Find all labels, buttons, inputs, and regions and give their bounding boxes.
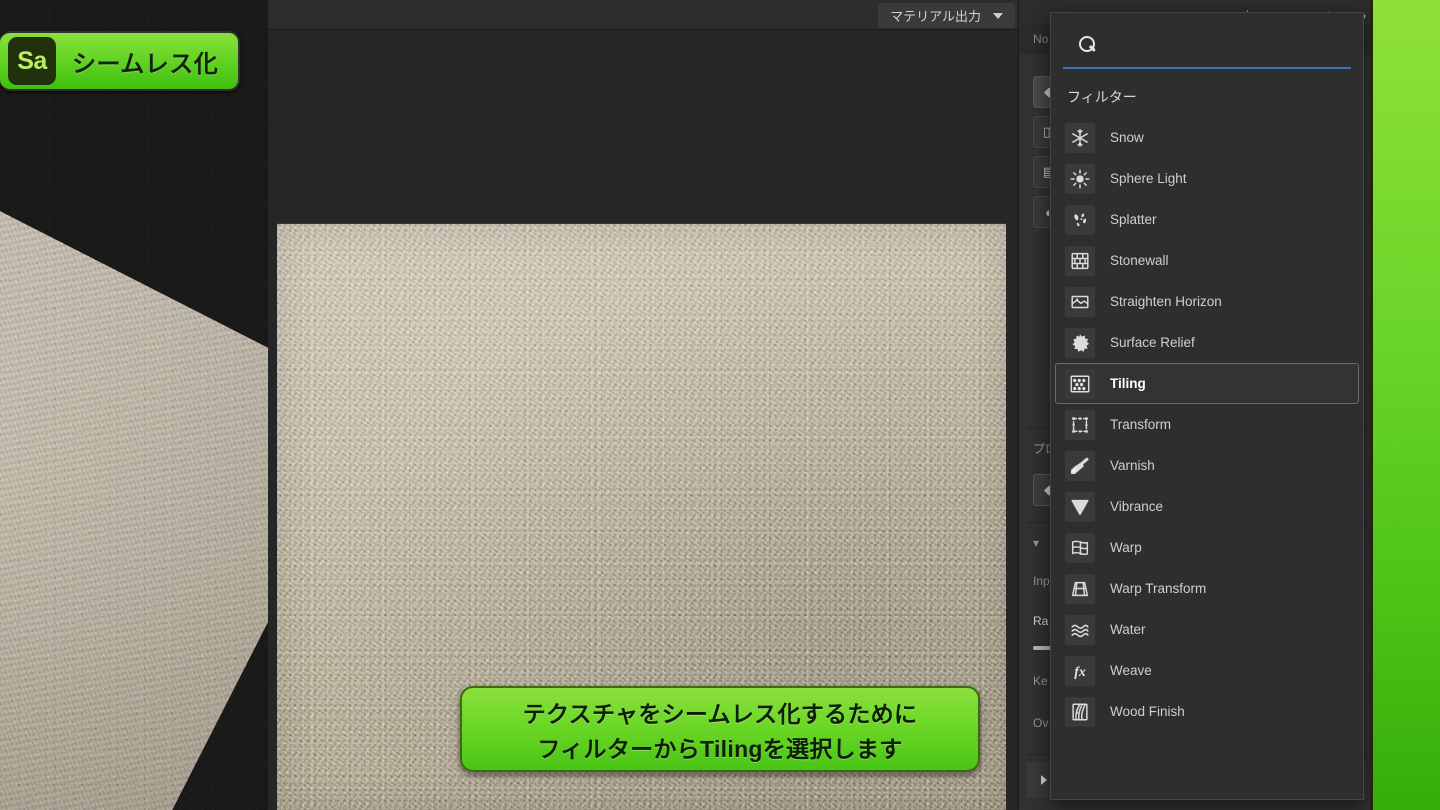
brickwall-icon	[1065, 245, 1095, 276]
parameter-label-override: Ov	[1033, 716, 1049, 730]
filter-item-transform[interactable]: Transform	[1055, 404, 1359, 445]
chevron-right-icon	[1041, 775, 1047, 785]
filter-item-vibrance[interactable]: Vibrance	[1055, 486, 1359, 527]
tutorial-badge: Sa シームレス化	[0, 31, 241, 91]
hexagon-tiling-icon	[1065, 368, 1095, 399]
filter-item-label: Straighten Horizon	[1110, 294, 1222, 309]
filter-group-title: フィルター	[1067, 89, 1137, 105]
green-accent-strip	[1373, 0, 1440, 810]
filter-item-label: Transform	[1110, 417, 1172, 432]
parameter-label-random: Ra	[1033, 614, 1049, 628]
warp-transform-icon	[1065, 573, 1095, 604]
sun-icon	[1065, 163, 1095, 194]
filter-item-weave[interactable]: fx Weave	[1055, 650, 1359, 691]
filter-item-snow[interactable]: Snow	[1055, 117, 1359, 158]
waves-icon	[1065, 614, 1095, 645]
filter-item-label: Warp	[1110, 540, 1142, 555]
filter-item-label: Vibrance	[1110, 499, 1164, 514]
tutorial-caption: テクスチャをシームレス化するために フィルターからTilingを選択します	[460, 686, 980, 772]
filter-item-tiling[interactable]: Tiling	[1055, 363, 1359, 404]
filter-item-label: Splatter	[1110, 212, 1157, 227]
filter-item-stonewall[interactable]: Stonewall	[1055, 240, 1359, 281]
transform-box-icon	[1065, 409, 1095, 440]
triangle-down-icon	[1065, 491, 1095, 522]
substance-designer-window: Sa シームレス化 マテリアル出力 テクスチャをシームレス化するために フィルタ…	[0, 0, 1440, 810]
parameter-group-toggle[interactable]: ▾	[1033, 536, 1039, 550]
filter-item-water[interactable]: Water	[1055, 609, 1359, 650]
filter-item-label: Wood Finish	[1110, 704, 1185, 719]
caption-line-2: フィルターからTilingを選択します	[537, 735, 903, 762]
starburst-icon	[1065, 327, 1095, 358]
3d-stone-slab	[0, 150, 268, 810]
filter-item-label: Weave	[1110, 663, 1152, 678]
material-output-dropdown[interactable]: マテリアル出力	[878, 3, 1015, 28]
search-icon	[1079, 35, 1096, 53]
filter-item-label: Snow	[1110, 130, 1144, 145]
caption-line-1: テクスチャをシームレス化するために	[522, 700, 918, 727]
tutorial-badge-label: シームレス化	[72, 50, 219, 78]
filter-item-warp-transform[interactable]: Warp Transform	[1055, 568, 1359, 609]
substance-logo-icon: Sa	[8, 37, 56, 85]
parameter-label-input: Inp	[1033, 574, 1050, 588]
filter-item-label: Water	[1110, 622, 1146, 637]
filter-search-dropdown[interactable]: フィルター Snow Sphere Light Splatter Stonewall S…	[1050, 12, 1364, 800]
paintbrush-icon	[1065, 450, 1095, 481]
filter-item-surface-relief[interactable]: Surface Relief	[1055, 322, 1359, 363]
snowflake-icon	[1065, 122, 1095, 153]
splatter-icon	[1065, 204, 1095, 235]
filter-item-label: Surface Relief	[1110, 335, 1195, 350]
filter-item-label: Tiling	[1110, 376, 1146, 391]
3d-viewport[interactable]	[0, 0, 268, 810]
filter-item-sphere-light[interactable]: Sphere Light	[1055, 158, 1359, 199]
fx-icon: fx	[1065, 655, 1095, 686]
filter-item-warp[interactable]: Warp	[1055, 527, 1359, 568]
chevron-down-icon	[993, 12, 1003, 19]
warp-grid-icon	[1065, 532, 1095, 563]
svg-text:fx: fx	[1074, 664, 1086, 679]
graph-toolbar: マテリアル出力	[268, 0, 1018, 30]
tab-nodes-label: No	[1033, 32, 1049, 46]
filter-list: Snow Sphere Light Splatter Stonewall Straigh…	[1051, 117, 1363, 732]
parameter-label-key: Ke	[1033, 674, 1048, 688]
search-input[interactable]	[1106, 36, 1351, 52]
filter-item-label: Sphere Light	[1110, 171, 1187, 186]
filter-item-straighten-horizon[interactable]: Straighten Horizon	[1055, 281, 1359, 322]
filter-item-label: Varnish	[1110, 458, 1155, 473]
search-field-wrapper[interactable]	[1063, 21, 1351, 69]
filter-item-wood-finish[interactable]: Wood Finish	[1055, 691, 1359, 732]
filter-item-splatter[interactable]: Splatter	[1055, 199, 1359, 240]
material-output-label: マテリアル出力	[890, 9, 981, 24]
filter-item-label: Warp Transform	[1110, 581, 1207, 596]
filter-item-varnish[interactable]: Varnish	[1055, 445, 1359, 486]
filter-item-label: Stonewall	[1110, 253, 1169, 268]
woodgrain-icon	[1065, 696, 1095, 727]
horizon-icon	[1065, 286, 1095, 317]
